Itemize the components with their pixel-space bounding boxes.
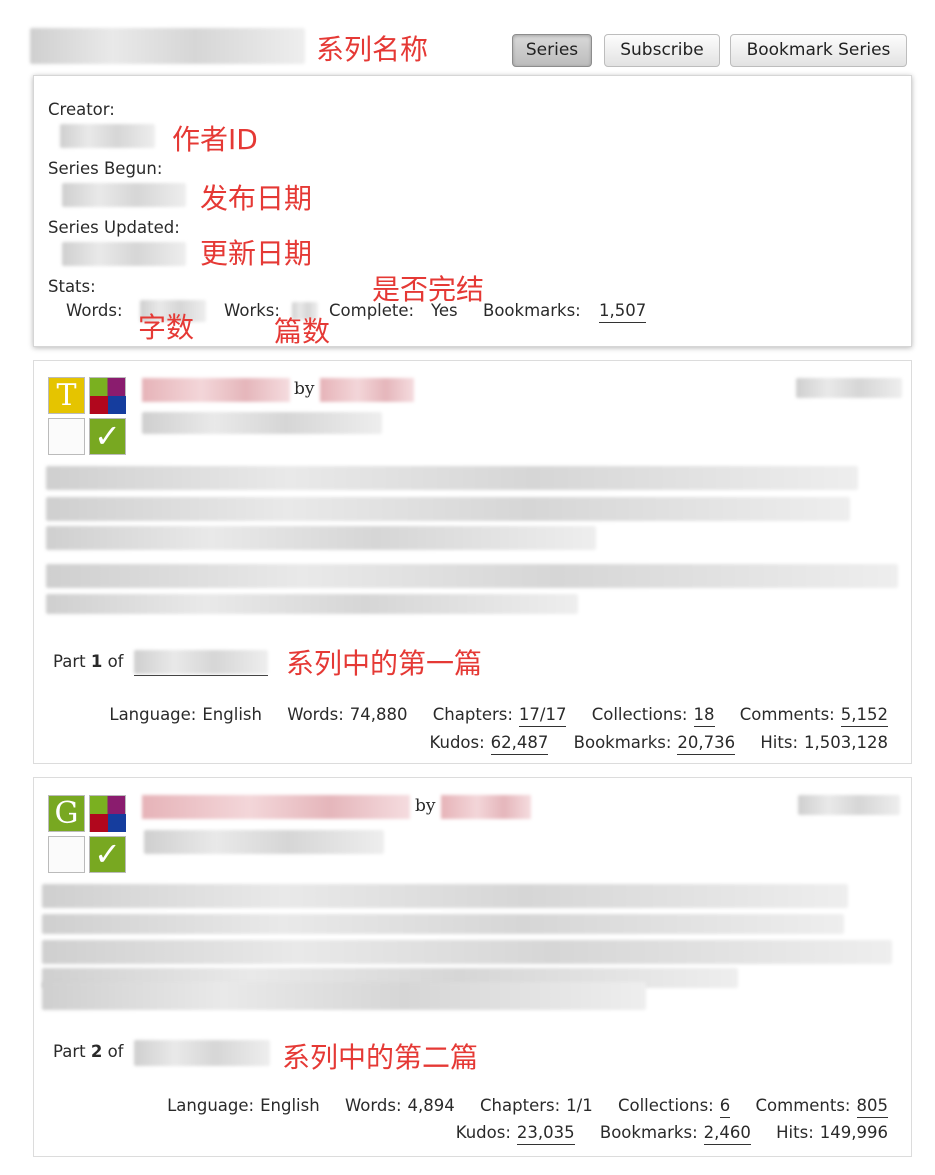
- fandom-redacted: [144, 830, 384, 854]
- kudos-link[interactable]: 62,487: [490, 733, 549, 755]
- hits-label: Hits:: [760, 733, 799, 752]
- bookmarks-label: Bookmarks:: [599, 1123, 698, 1142]
- kudos-label: Kudos:: [429, 733, 485, 752]
- series-link-underline: [134, 675, 268, 676]
- part-label: Part 1 of: [53, 652, 124, 671]
- words-label: Words:: [344, 1096, 402, 1115]
- hits-label: Hits:: [776, 1123, 814, 1142]
- stats-bookmarks-link[interactable]: 1,507: [599, 301, 647, 323]
- summary-line: [42, 940, 892, 964]
- comments-label: Comments:: [739, 705, 835, 724]
- work-title-link-redacted[interactable]: [142, 378, 290, 402]
- words-value: 4,894: [407, 1096, 455, 1115]
- part-annotation: 系列中的第二篇: [282, 1041, 479, 1074]
- work-date-redacted: [798, 795, 900, 815]
- collections-link[interactable]: 6: [719, 1096, 731, 1118]
- work-stats-row-1: Language: English Words: 4,894 Chapters: 1/…: [167, 1096, 888, 1118]
- blank-warning-icon: [48, 836, 85, 873]
- language-label: Language:: [167, 1096, 255, 1115]
- checkmark-icon: ✓: [89, 836, 126, 873]
- summary-line: [46, 564, 898, 588]
- author-link-redacted[interactable]: [320, 378, 414, 402]
- multicolor-category-icon: [89, 377, 126, 414]
- fandom-redacted: [142, 412, 382, 434]
- collections-label: Collections:: [617, 1096, 714, 1115]
- kudos-label: Kudos:: [455, 1123, 511, 1142]
- series-updated-redacted: [62, 242, 186, 266]
- checkmark-icon: ✓: [89, 418, 126, 455]
- creator-redacted: [60, 124, 155, 148]
- words-label: Words:: [287, 705, 344, 724]
- stats-works-label: Works:: [224, 301, 280, 320]
- summary-line: [46, 594, 578, 614]
- words-value: 74,880: [349, 705, 408, 724]
- series-title-redacted: [30, 28, 305, 64]
- series-updated-label: Series Updated:: [48, 218, 180, 237]
- series-begun-label: Series Begun:: [48, 159, 163, 178]
- series-link-redacted[interactable]: [134, 1040, 270, 1066]
- work-by: by: [294, 379, 315, 399]
- work-stats-row-2: Kudos: 62,487 Bookmarks: 20,736 Hits: 1,503…: [429, 733, 888, 755]
- comments-link[interactable]: 805: [856, 1096, 888, 1118]
- comments-link[interactable]: 5,152: [840, 705, 888, 727]
- rating-t-icon: T: [48, 377, 85, 414]
- series-link-redacted[interactable]: [134, 650, 268, 674]
- bookmarks-link[interactable]: 2,460: [703, 1123, 751, 1145]
- chapters-value: 1/1: [566, 1096, 593, 1115]
- creator-label: Creator:: [48, 100, 115, 119]
- works-annotation: 篇数: [274, 315, 331, 348]
- work-stats-row-2: Kudos: 23,035 Bookmarks: 2,460 Hits: 149,99…: [455, 1123, 888, 1145]
- work-by: by: [415, 796, 436, 816]
- hits-value: 1,503,128: [804, 733, 888, 752]
- series-updated-annotation: 更新日期: [200, 237, 313, 270]
- words-annotation: 字数: [138, 311, 195, 344]
- work-stats-row-1: Language: English Words: 74,880 Chapters: 1…: [109, 705, 888, 727]
- stats-complete-label: Complete:: [329, 301, 415, 320]
- work-date-redacted: [796, 378, 902, 398]
- language-label: Language:: [109, 705, 197, 724]
- collections-label: Collections:: [591, 705, 688, 724]
- series-button[interactable]: Series: [512, 34, 592, 67]
- series-begun-redacted: [62, 183, 186, 207]
- multicolor-category-icon: [89, 795, 126, 832]
- summary-line: [42, 982, 646, 1010]
- part-annotation: 系列中的第一篇: [286, 647, 483, 680]
- subscribe-button[interactable]: Subscribe: [604, 34, 720, 67]
- series-begun-annotation: 发布日期: [200, 182, 313, 215]
- rating-g-icon: G: [48, 795, 85, 832]
- bookmarks-link[interactable]: 20,736: [677, 733, 736, 755]
- summary-line: [46, 466, 858, 490]
- creator-annotation: 作者ID: [172, 123, 258, 156]
- stats-words-label: Words:: [66, 301, 123, 320]
- series-title-annotation: 系列名称: [316, 33, 429, 66]
- summary-line: [46, 526, 596, 550]
- comments-label: Comments:: [755, 1096, 851, 1115]
- collections-link[interactable]: 18: [693, 705, 715, 727]
- blank-warning-icon: [48, 418, 85, 455]
- summary-line: [42, 884, 848, 908]
- language-value: English: [202, 705, 262, 724]
- work-title-link-redacted[interactable]: [142, 795, 410, 819]
- chapters-label: Chapters:: [432, 705, 513, 724]
- language-value: English: [260, 1096, 320, 1115]
- hits-value: 149,996: [819, 1123, 888, 1142]
- bookmarks-label: Bookmarks:: [573, 733, 672, 752]
- chapters-link[interactable]: 17/17: [518, 705, 567, 727]
- bookmark-series-button[interactable]: Bookmark Series: [730, 34, 907, 67]
- kudos-link[interactable]: 23,035: [516, 1123, 575, 1145]
- stats-complete-value: Yes: [431, 301, 458, 320]
- summary-line: [46, 497, 850, 521]
- summary-line: [42, 914, 844, 934]
- part-label: Part 2 of: [53, 1042, 124, 1061]
- author-link-redacted[interactable]: [441, 795, 531, 819]
- chapters-label: Chapters:: [480, 1096, 561, 1115]
- stats-bookmarks-label: Bookmarks:: [483, 301, 581, 320]
- stats-label: Stats:: [48, 277, 96, 296]
